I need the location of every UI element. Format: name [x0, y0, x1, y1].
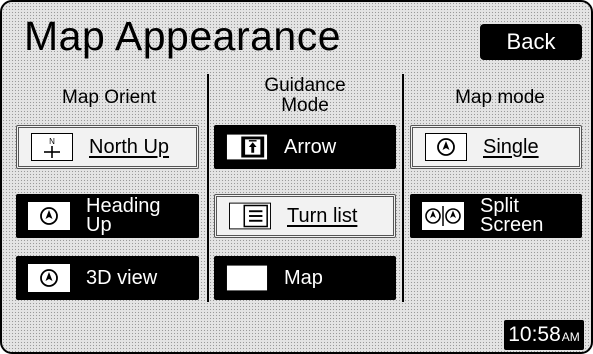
- list-icon: [229, 202, 271, 230]
- clock-time: 10:58: [508, 323, 561, 346]
- 3d-view-label: 3D view: [86, 266, 158, 289]
- map-appearance-screen: Map Appearance Back Map Orient Guidance …: [0, 0, 593, 354]
- guidance-mode-header: Guidance Mode: [212, 76, 398, 116]
- north-up-button[interactable]: N North Up: [16, 125, 199, 169]
- turn-list-label: Turn list: [287, 204, 358, 227]
- split-screen-label-line2: Screen: [480, 214, 544, 236]
- single-button[interactable]: Single: [410, 125, 582, 169]
- split-screen-label: Split Screen: [480, 196, 544, 236]
- svg-text:N: N: [49, 137, 55, 146]
- guidance-header-line1: Guidance: [264, 75, 346, 96]
- clock: 10:58 AM: [504, 320, 584, 350]
- heading-up-button[interactable]: Heading Up: [16, 194, 199, 238]
- map-orient-header: Map Orient: [62, 87, 156, 108]
- arrow-button[interactable]: Arrow: [214, 125, 396, 169]
- 3d-view-button[interactable]: 3D view: [16, 256, 199, 300]
- map-mode-header: Map mode: [455, 87, 545, 108]
- page-title: Map Appearance: [24, 13, 342, 59]
- north-arrow-icon: N: [31, 133, 73, 161]
- turn-list-button[interactable]: Turn list: [214, 194, 396, 238]
- guidance-header-line2: Mode: [281, 95, 329, 116]
- compass-icon: [28, 202, 70, 230]
- column-divider: [402, 74, 404, 302]
- heading-up-label: Heading Up: [86, 196, 161, 236]
- single-map-icon: [425, 133, 467, 161]
- back-button[interactable]: Back: [480, 24, 582, 60]
- arrow-icon: [226, 133, 268, 161]
- single-label: Single: [483, 135, 539, 158]
- north-up-label: North Up: [89, 135, 170, 158]
- arrow-label: Arrow: [284, 135, 337, 158]
- heading-up-label-line2: Up: [86, 214, 112, 236]
- map-label: Map: [284, 266, 323, 289]
- map-button[interactable]: Map: [214, 256, 396, 300]
- split-map-icon: [422, 202, 464, 230]
- column-divider: [207, 74, 209, 302]
- split-screen-button[interactable]: Split Screen: [410, 194, 582, 238]
- map-icon: [226, 264, 268, 292]
- clock-ampm: AM: [561, 330, 580, 344]
- compass-icon: [28, 264, 70, 292]
